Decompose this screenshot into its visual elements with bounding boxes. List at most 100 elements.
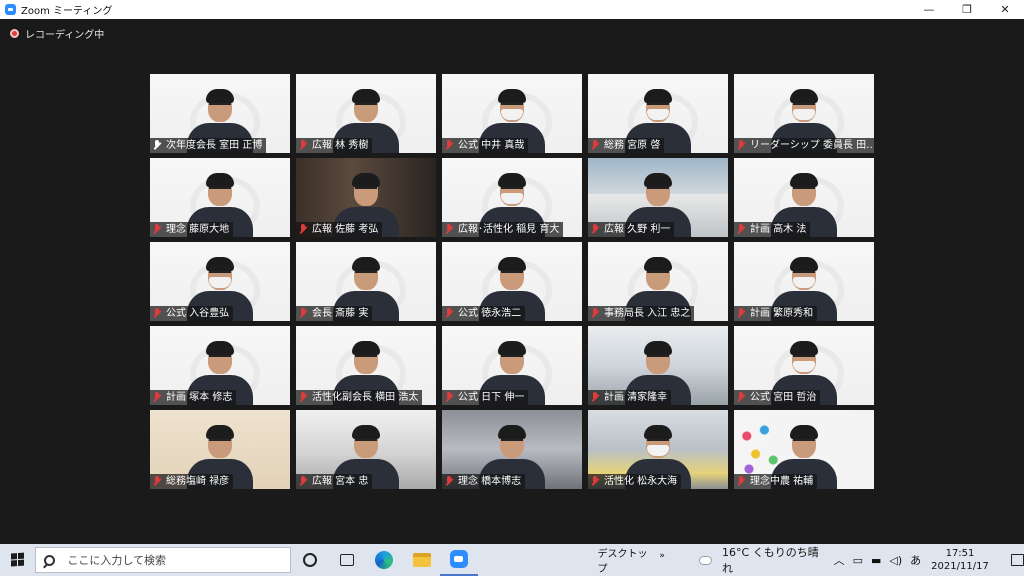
participant-tile[interactable]: 公式 宮田 哲治 [734, 326, 874, 405]
minimize-button[interactable]: — [910, 0, 948, 19]
participant-name-bar: 公式 中井 真哉 [442, 138, 529, 153]
mic-muted-icon [591, 476, 600, 487]
participant-tile[interactable]: 理念 藤原大地 [150, 158, 290, 237]
taskbar-clock[interactable]: 17:51 2021/11/17 [931, 547, 989, 573]
participant-tile[interactable]: 公式 中井 真哉 [442, 74, 582, 153]
participant-name: 公式 徳永浩二 [458, 308, 522, 319]
meeting-area: レコーディング中 次年度会長 室田 正博 広報 林 秀樹 公式 中井 真哉 総務 宮原… [0, 19, 1024, 544]
weather-text: 16°C くもりのち晴れ [722, 546, 819, 575]
participant-name: 理念中農 祐輔 [750, 476, 814, 487]
participant-name-bar: 公式 入谷豊弘 [150, 306, 234, 321]
participant-name: 広報 佐藤 考弘 [312, 224, 379, 235]
mic-muted-icon [591, 308, 600, 319]
close-button[interactable]: ✕ [986, 0, 1024, 19]
participant-name: 計画 塚本 修志 [166, 392, 233, 403]
participant-name-bar: 公式 宮田 哲治 [734, 390, 821, 405]
participant-tile[interactable]: 計画 塚本 修志 [150, 326, 290, 405]
mic-muted-icon [737, 224, 746, 235]
mic-muted-icon [445, 140, 454, 151]
mic-muted-icon [445, 308, 454, 319]
participant-name-bar: 理念 藤原大地 [150, 222, 234, 237]
mic-muted-icon [445, 476, 454, 487]
clock-time: 17:51 [945, 548, 975, 559]
participant-name-bar: 広報 宮本 忠 [296, 474, 373, 489]
maximize-button[interactable]: ❐ [948, 0, 986, 19]
recording-indicator[interactable]: レコーディング中 [10, 26, 104, 41]
participant-name-bar: 広報 佐藤 考弘 [296, 222, 383, 237]
mic-muted-icon [153, 392, 162, 403]
participant-tile[interactable]: 事務局長 入江 忠之 [588, 242, 728, 321]
notification-center-icon[interactable]: 1 [1010, 554, 1024, 572]
participant-tile[interactable]: 活性化 松永大海 [588, 410, 728, 489]
participant-tile[interactable]: 広報 久野 利一 [588, 158, 728, 237]
participant-tile[interactable]: リーダーシップ 委員長 田… [734, 74, 874, 153]
participant-name: 公式 入谷豊弘 [166, 308, 230, 319]
participant-tile[interactable]: 公式 日下 伸一 [442, 326, 582, 405]
mic-muted-icon [591, 224, 600, 235]
battery-icon[interactable]: ▬ [871, 554, 881, 567]
edge-icon [375, 551, 394, 569]
weather-cloud-icon [698, 555, 713, 565]
participant-tile[interactable]: 会長 斎藤 実 [296, 242, 436, 321]
participant-tile[interactable]: 広報 佐藤 考弘 [296, 158, 436, 237]
participant-name-bar: 会長 斎藤 実 [296, 306, 373, 321]
participant-tile[interactable]: 公式 徳永浩二 [442, 242, 582, 321]
show-hidden-icons-icon[interactable]: ︿ [834, 552, 845, 568]
participant-tile[interactable]: 活性化副会長 横田 浩太 [296, 326, 436, 405]
participant-name: 会長 斎藤 実 [312, 308, 369, 319]
participant-name: 総務塩崎 禄彦 [166, 476, 230, 487]
participant-tile[interactable]: 公式 入谷豊弘 [150, 242, 290, 321]
participant-name-bar: 計画 塚本 修志 [150, 390, 237, 405]
toolbar-expand-icon[interactable]: » [659, 551, 665, 561]
participant-tile[interactable]: 計画 高木 法 [734, 158, 874, 237]
banner-logo-graphic [264, 162, 282, 176]
participant-tile[interactable]: 次年度会長 室田 正博 [150, 74, 290, 153]
participant-name-bar: 計画 清家隆幸 [588, 390, 672, 405]
participant-name-bar: 計画 繁原秀和 [734, 306, 818, 321]
participant-tile[interactable]: 広報･活性化 稲見 育大 [442, 158, 582, 237]
network-icon[interactable]: ▭ [853, 554, 863, 567]
window-title: Zoom ミーティング [21, 6, 113, 17]
participant-name: 計画 清家隆幸 [604, 392, 668, 403]
participant-name: 理念 橋本博志 [458, 476, 522, 487]
cortana-button[interactable] [291, 544, 328, 576]
start-button[interactable] [0, 544, 35, 576]
participant-name-bar: 公式 日下 伸一 [442, 390, 529, 405]
zoom-taskbar-button[interactable] [440, 544, 478, 576]
participant-name-bar: 活性化副会長 横田 浩太 [296, 390, 423, 405]
participant-tile[interactable]: 理念中農 祐輔 [734, 410, 874, 489]
search-placeholder: ここに入力して検索 [67, 554, 167, 567]
participant-name-bar: 総務塩崎 禄彦 [150, 474, 234, 489]
participant-tile[interactable]: 計画 繁原秀和 [734, 242, 874, 321]
banner-logo-graphic [556, 246, 574, 260]
participant-name-bar: リーダーシップ 委員長 田… [734, 138, 874, 153]
taskbar-search-box[interactable]: ここに入力して検索 [35, 547, 292, 573]
mic-muted-icon [299, 308, 308, 319]
participant-tile[interactable]: 総務 宮原 啓 [588, 74, 728, 153]
participant-tile[interactable]: 理念 橋本博志 [442, 410, 582, 489]
task-view-button[interactable] [329, 544, 366, 576]
banner-logo-graphic [410, 78, 428, 92]
weather-widget[interactable]: 16°C くもりのち晴れ [698, 544, 822, 576]
banner-logo-graphic [264, 78, 282, 92]
banner-logo-graphic [264, 330, 282, 344]
participant-tile[interactable]: 広報 宮本 忠 [296, 410, 436, 489]
participant-tile[interactable]: 総務塩崎 禄彦 [150, 410, 290, 489]
banner-logo-graphic [702, 246, 720, 260]
participant-name: 公式 中井 真哉 [458, 140, 525, 151]
participant-name: 広報 林 秀樹 [312, 140, 369, 151]
participant-tile[interactable]: 広報 林 秀樹 [296, 74, 436, 153]
mic-muted-icon [737, 140, 746, 151]
mic-muted-icon [737, 476, 746, 487]
volume-icon[interactable]: ◁) [889, 554, 902, 567]
gallery-view: 次年度会長 室田 正博 広報 林 秀樹 公式 中井 真哉 総務 宮原 啓 リーダーシップ… [150, 74, 874, 490]
desktop-toolbar-label[interactable]: デスクトップ [598, 545, 654, 575]
edge-button[interactable] [366, 544, 403, 576]
participant-tile[interactable]: 計画 清家隆幸 [588, 326, 728, 405]
file-explorer-button[interactable] [403, 544, 440, 576]
participant-name-bar: 公式 徳永浩二 [442, 306, 526, 321]
zoom-app-icon [5, 4, 16, 15]
participant-name-bar: 広報 久野 利一 [588, 222, 675, 237]
ime-indicator[interactable]: あ [910, 552, 921, 568]
participant-name: リーダーシップ 委員長 田… [750, 140, 874, 151]
